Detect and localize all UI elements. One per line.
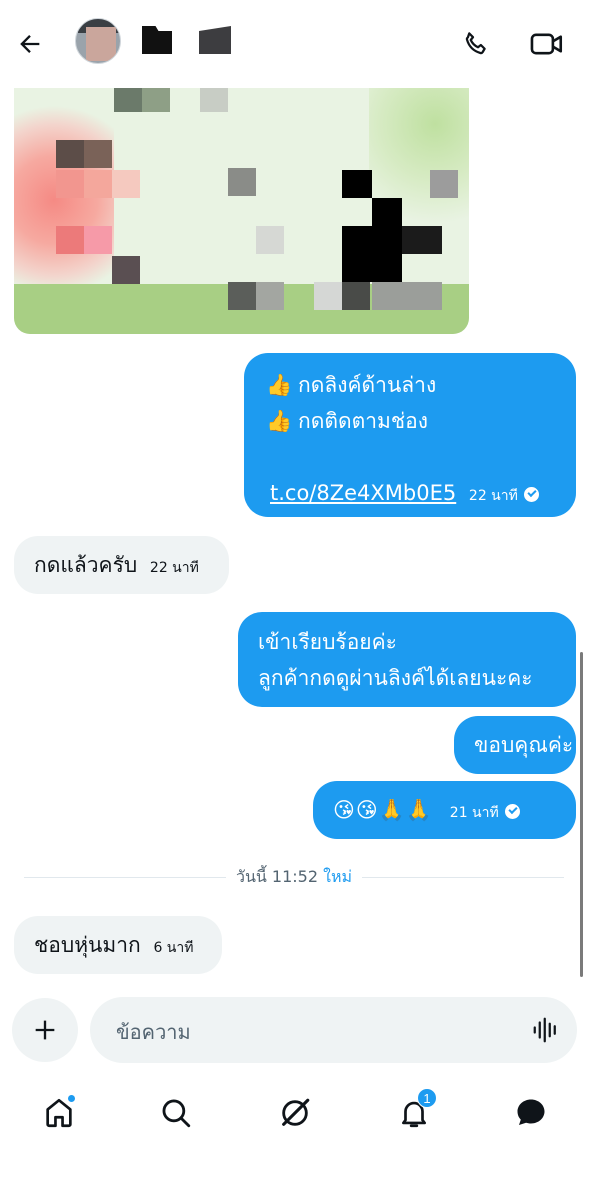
chat-screen: 👍 กดลิงค์ด้านล่าง 👍 กดติดตามช่อง t.co/8Ze4… (0, 0, 589, 1199)
scrollbar[interactable] (580, 652, 583, 977)
message-timestamp: 22 นาที (149, 560, 199, 576)
nav-messages[interactable] (508, 1090, 554, 1136)
arrow-left-icon (20, 35, 40, 53)
message-bubble-outgoing[interactable]: 😘😘🙏🙏 21 นาที (313, 781, 576, 839)
nav-notifications[interactable]: 1 (391, 1088, 437, 1136)
nav-grok[interactable] (272, 1090, 318, 1136)
back-button[interactable] (10, 24, 50, 64)
bottom-navigation: 1 (0, 1078, 589, 1148)
message-timestamp: 21 นาที (449, 805, 499, 821)
message-bubble-outgoing[interactable]: 👍 กดลิงค์ด้านล่าง 👍 กดติดตามช่อง t.co/8Ze4… (244, 353, 576, 517)
search-icon (162, 1099, 191, 1128)
message-text: กดติดตามช่อง (298, 409, 429, 433)
conversation-header (0, 0, 589, 88)
message-bubble-incoming[interactable]: ชอบหุ่นมาก 6 นาที (14, 916, 222, 974)
contact-handle-redacted (199, 26, 231, 54)
message-composer[interactable]: ข้อความ (90, 997, 577, 1063)
voice-message-button[interactable] (529, 1013, 563, 1047)
voice-waveform-icon (533, 1017, 556, 1043)
contact-avatar[interactable] (75, 18, 121, 64)
nav-search[interactable] (153, 1090, 199, 1136)
nav-home[interactable] (36, 1090, 82, 1136)
message-text: กดลิงค์ด้านล่าง (298, 373, 437, 397)
thumbs-up-icon: 👍 (266, 373, 293, 397)
divider-date: วันนี้ 11:52 (235, 867, 319, 886)
notification-count-badge: 1 (417, 1088, 437, 1108)
message-timestamp: 6 นาที (153, 940, 194, 956)
add-attachment-button[interactable] (12, 998, 78, 1062)
phone-icon (465, 32, 486, 55)
message-input[interactable]: ข้อความ (116, 1016, 191, 1048)
message-text: เข้าเรียบร้อยค่ะ (258, 630, 397, 654)
thumbs-up-icon: 👍 (266, 409, 293, 433)
read-check-icon (523, 487, 539, 502)
new-activity-dot (67, 1094, 76, 1103)
new-messages-divider: วันนี้ 11:52 ใหม่ (24, 862, 564, 892)
message-bubble-incoming[interactable]: กดแล้วครับ 22 นาที (14, 536, 229, 594)
message-text: ขอบคุณค่ะ (474, 733, 574, 757)
shared-image-message[interactable] (14, 70, 469, 334)
message-link[interactable]: t.co/8Ze4XMb0E5 (270, 481, 456, 505)
video-camera-icon (530, 33, 563, 55)
message-bubble-icon (517, 1099, 545, 1125)
contact-name-redacted (142, 26, 172, 54)
new-label: ใหม่ (323, 867, 353, 886)
message-timestamp: 22 นาที (468, 488, 518, 504)
video-call-button[interactable] (524, 24, 570, 64)
message-text: ลูกค้ากดดูผ่านลิงค์ได้เลยนะคะ (258, 666, 533, 690)
read-check-icon (504, 804, 520, 819)
message-emoji-text: 😘😘🙏🙏 (333, 798, 434, 822)
call-button[interactable] (454, 24, 498, 64)
message-line: 👍 กดติดตามช่อง (266, 403, 554, 439)
message-text: กดแล้วครับ (34, 553, 138, 577)
message-bubble-outgoing[interactable]: เข้าเรียบร้อยค่ะ ลูกค้ากดดูผ่านลิงค์ได้เ… (238, 612, 576, 707)
grok-icon (282, 1098, 310, 1126)
plus-icon (35, 1020, 55, 1040)
message-bubble-outgoing[interactable]: ขอบคุณค่ะ (454, 716, 576, 774)
message-text: ชอบหุ่นมาก (34, 933, 141, 957)
message-line: 👍 กดลิงค์ด้านล่าง (266, 367, 554, 403)
